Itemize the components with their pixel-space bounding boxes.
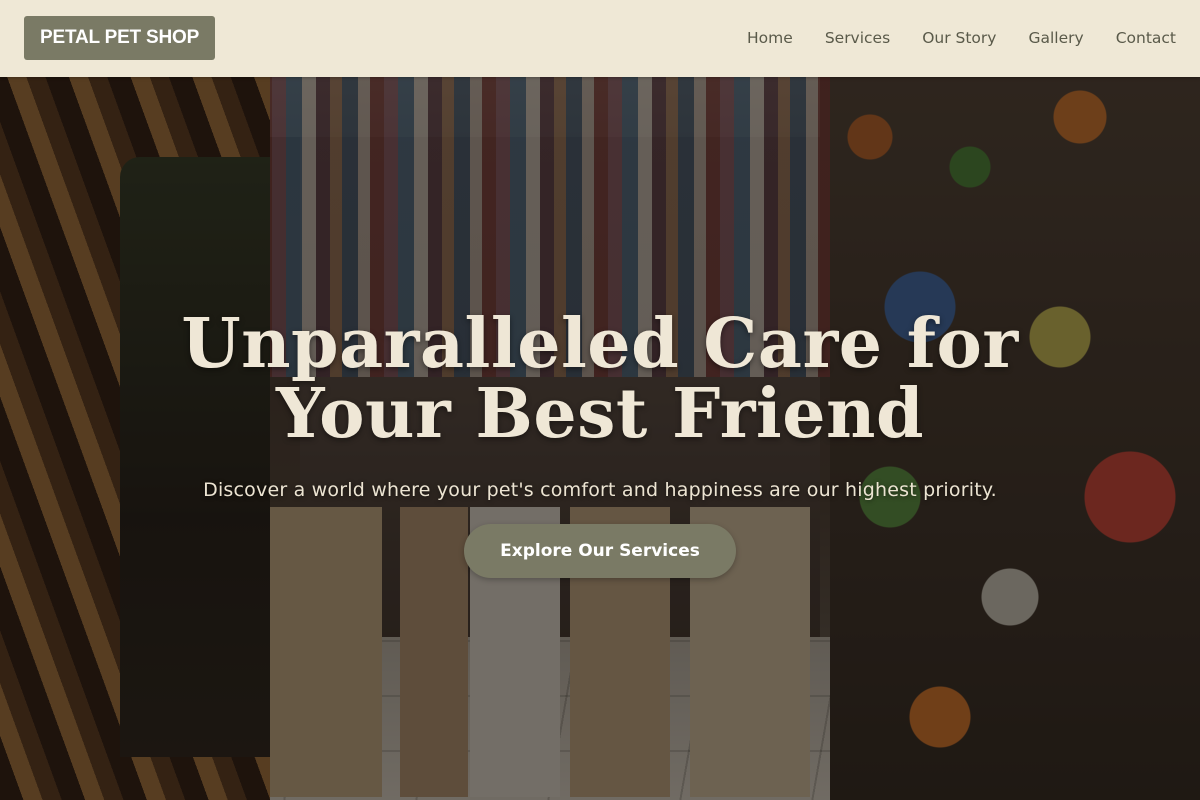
logo[interactable]: PETAL PET SHOP — [24, 15, 216, 60]
nav-contact[interactable]: Contact — [1116, 29, 1176, 47]
hero-headline-line-1: Unparalleled Care for — [181, 304, 1019, 384]
hero-subtitle: Discover a world where your pet's comfor… — [203, 479, 997, 501]
hero-content: Unparalleled Care for Your Best Friend D… — [0, 77, 1200, 800]
hero-headline: Unparalleled Care for Your Best Friend — [0, 309, 1200, 449]
nav-our-story[interactable]: Our Story — [922, 29, 996, 47]
hero-section: Unparalleled Care for Your Best Friend D… — [0, 77, 1200, 800]
hero-headline-line-2: Your Best Friend — [275, 374, 925, 454]
main-nav: Home Services Our Story Gallery Contact — [715, 29, 1176, 47]
explore-services-button[interactable]: Explore Our Services — [464, 524, 736, 578]
nav-home[interactable]: Home — [747, 29, 793, 47]
nav-services[interactable]: Services — [825, 29, 890, 47]
site-header: PETAL PET SHOP Home Services Our Story G… — [0, 0, 1200, 77]
nav-gallery[interactable]: Gallery — [1028, 29, 1083, 47]
